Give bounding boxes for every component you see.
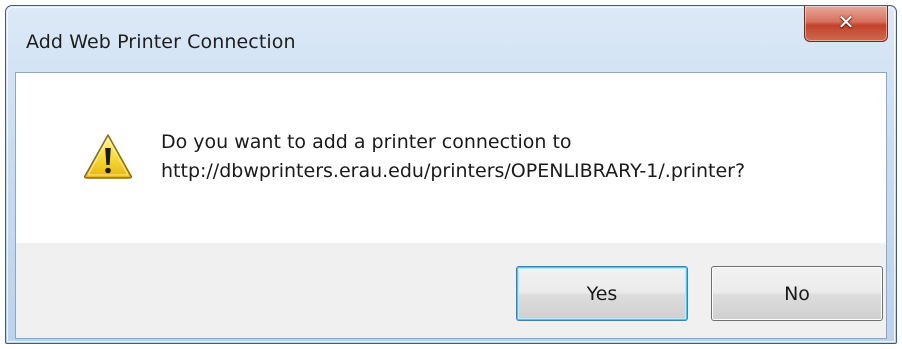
dialog-message: Do you want to add a printer connection … (161, 128, 745, 186)
no-button[interactable]: No (711, 266, 883, 321)
dialog-window: Add Web Printer Connection ✕ Do you want… (5, 5, 897, 344)
close-button[interactable]: ✕ (804, 6, 888, 42)
dialog-client-area: Do you want to add a printer connection … (15, 72, 887, 339)
warning-icon (84, 134, 132, 179)
message-area: Do you want to add a printer connection … (16, 73, 886, 243)
title-bar[interactable]: Add Web Printer Connection ✕ (6, 6, 896, 72)
yes-button[interactable]: Yes (516, 266, 688, 321)
close-icon: ✕ (837, 10, 855, 34)
message-line-1: Do you want to add a printer connection … (161, 131, 572, 153)
window-title: Add Web Printer Connection (26, 31, 296, 53)
message-line-2: http://dbwprinters.erau.edu/printers/OPE… (161, 160, 746, 182)
